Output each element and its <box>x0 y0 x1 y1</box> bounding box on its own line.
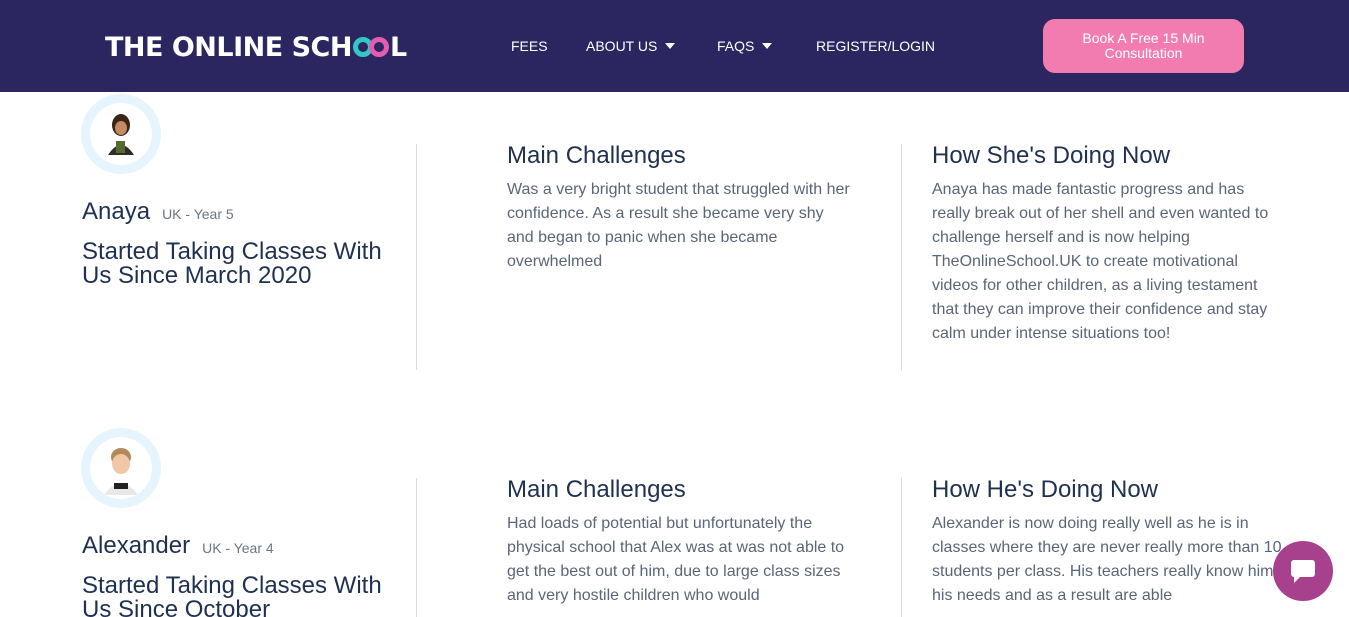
logo-text: THE ONLINE SCH <box>105 31 352 63</box>
nav-register-login[interactable]: REGISTER/LOGIN <box>816 38 935 54</box>
cta-label: Book A Free 15 Min Consultation <box>1082 30 1205 61</box>
challenges-text: Had loads of potential but unfortunately… <box>507 515 845 604</box>
column-divider <box>416 478 417 617</box>
progress-text: Alexander is now doing really well as he… <box>932 515 1282 604</box>
challenges-title: Main Challenges <box>507 476 686 503</box>
challenges-title: Main Challenges <box>507 142 686 169</box>
avatar <box>81 428 161 508</box>
nav-fees-label: FEES <box>511 38 548 54</box>
site-header: THE ONLINE SCH L FEES ABOUT US FAQS REGI… <box>0 0 1349 92</box>
nav-register-label: REGISTER/LOGIN <box>816 38 936 54</box>
challenges-text: Was a very bright student that struggled… <box>507 181 850 270</box>
student-photo-anaya <box>90 103 152 165</box>
logo-rings-icon <box>352 37 389 57</box>
avatar <box>81 94 161 174</box>
nav-fees[interactable]: FEES <box>511 38 548 54</box>
column-divider <box>901 478 902 617</box>
student-meta: UK - Year 5 <box>162 206 234 222</box>
student-since: Started Taking Classes With Us Since Mar… <box>82 238 382 289</box>
caret-down-icon <box>762 43 773 49</box>
column-divider <box>416 144 417 370</box>
progress-title: How He's Doing Now <box>932 476 1158 503</box>
student-name: Alexander <box>82 532 191 559</box>
logo-text-end: L <box>389 31 407 63</box>
nav-about-us[interactable]: ABOUT US <box>586 38 676 54</box>
nav-faqs-label: FAQS <box>717 38 755 54</box>
column-divider <box>901 144 902 370</box>
student-name-line: Anaya UK - Year 5 <box>82 198 234 226</box>
progress-text: Anaya has made fantastic progress and ha… <box>932 181 1269 342</box>
student-meta: UK - Year 4 <box>202 540 274 556</box>
caret-down-icon <box>665 43 676 49</box>
student-photo-alexander <box>90 437 152 499</box>
site-logo[interactable]: THE ONLINE SCH L <box>105 30 407 64</box>
chat-bubble-icon <box>1291 560 1315 583</box>
nav-about-label: ABOUT US <box>586 38 658 54</box>
nav-faqs[interactable]: FAQS <box>717 38 773 54</box>
student-name-line: Alexander UK - Year 4 <box>82 532 274 560</box>
student-name: Anaya <box>82 198 151 225</box>
book-consultation-button[interactable]: Book A Free 15 Min Consultation <box>1043 19 1244 73</box>
chat-widget-button[interactable] <box>1273 541 1333 601</box>
progress-title: How She's Doing Now <box>932 142 1171 169</box>
student-since: Started Taking Classes With Us Since Oct… <box>82 572 382 617</box>
